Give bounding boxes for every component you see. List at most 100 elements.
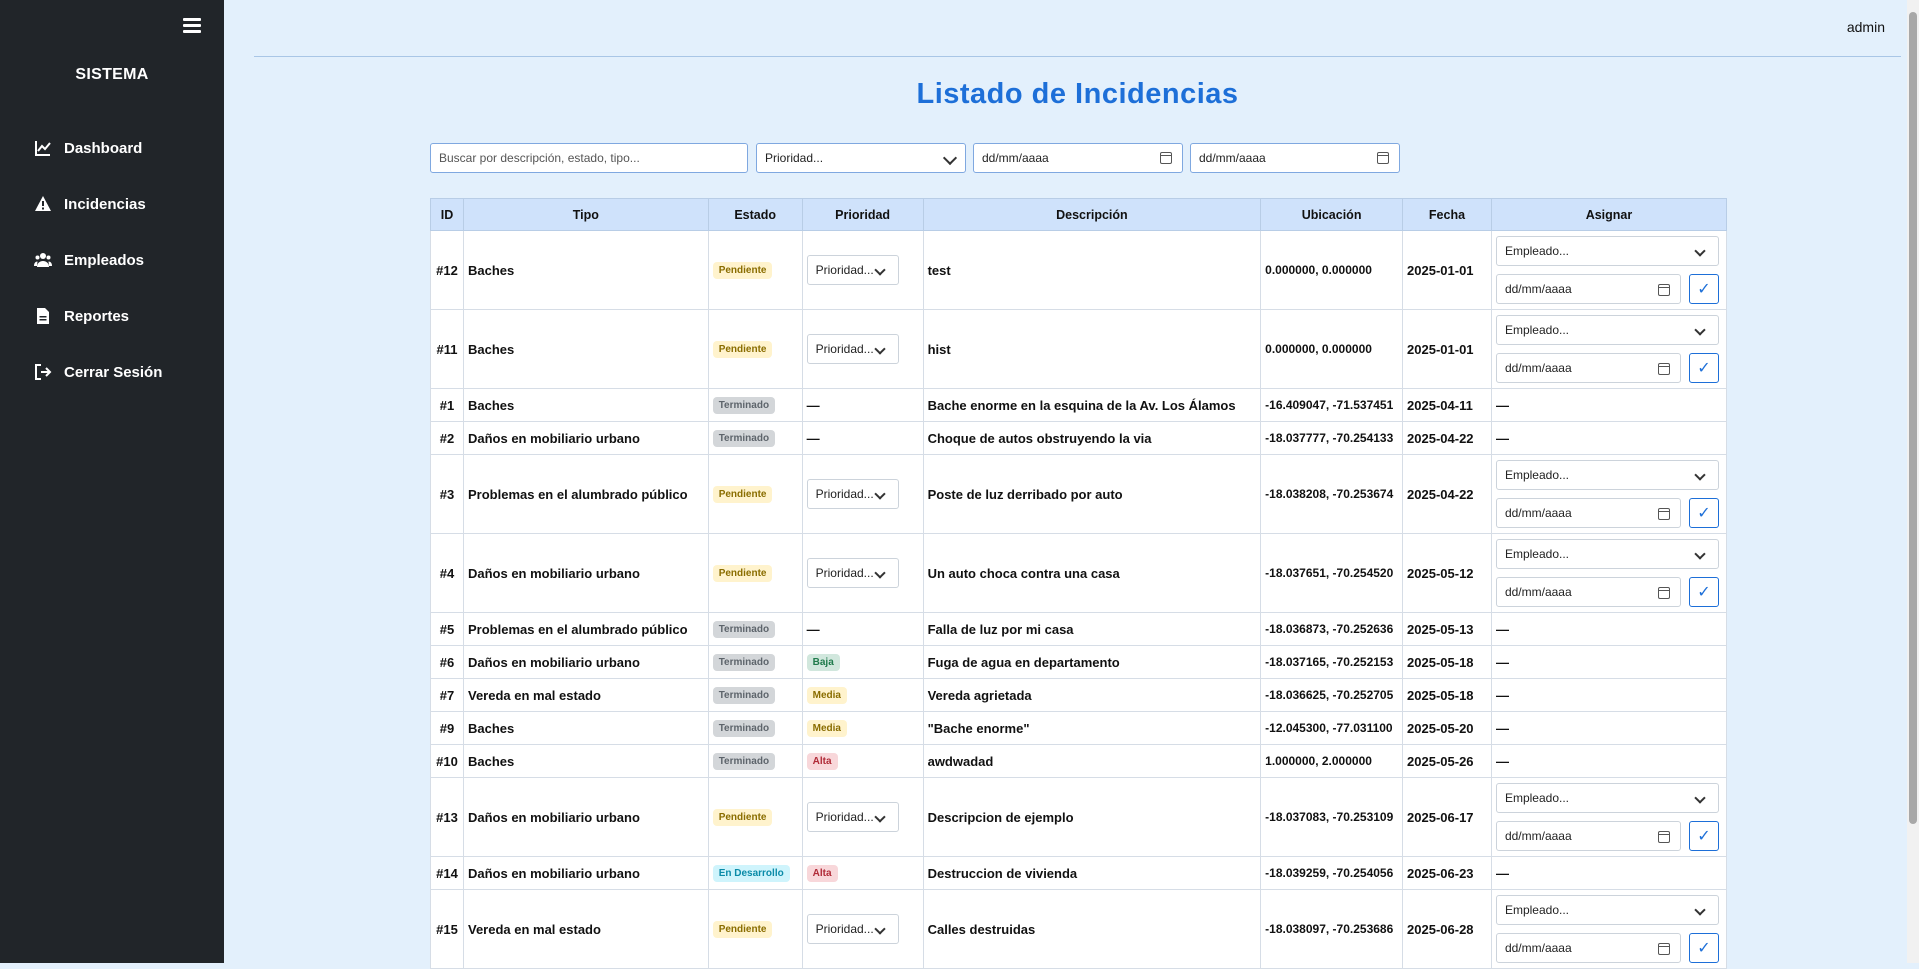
check-icon: ✓: [1697, 940, 1711, 957]
calendar-icon[interactable]: [1377, 152, 1389, 164]
employee-select-value: Empleado...: [1504, 903, 1569, 917]
calendar-icon[interactable]: [1657, 587, 1670, 599]
assign-empty: —: [1495, 621, 1509, 637]
sidebar: SISTEMA Dashboard Incidencias Empleados …: [0, 0, 224, 963]
assign-confirm-button[interactable]: ✓: [1688, 821, 1719, 851]
employee-select[interactable]: Empleado...: [1495, 236, 1719, 266]
calendar-icon[interactable]: [1160, 152, 1172, 164]
cell-estado: Terminado: [707, 744, 803, 778]
sidebar-item-reportes[interactable]: Reportes: [0, 288, 224, 344]
assign-confirm-button[interactable]: ✓: [1688, 933, 1719, 963]
date-to-input[interactable]: dd/mm/aaaa: [1190, 143, 1400, 173]
assign-date-input[interactable]: dd/mm/aaaa: [1495, 353, 1681, 383]
cell-tipo: Daños en mobiliario urbano: [462, 645, 709, 679]
calendar-icon[interactable]: [1657, 284, 1670, 296]
cell-prioridad: Alta: [801, 744, 924, 778]
priority-empty: —: [806, 397, 820, 413]
sidebar-item-empleados[interactable]: Empleados: [0, 232, 224, 288]
calendar-icon[interactable]: [1657, 508, 1670, 520]
cell-estado: Terminado: [707, 678, 803, 712]
cell-estado: Terminado: [707, 645, 803, 679]
table-row: #9 Baches Terminado Media "Bache enorme"…: [430, 711, 1728, 745]
sidebar-item-incidencias[interactable]: Incidencias: [0, 176, 224, 232]
sidebar-item-cerrar-sesion[interactable]: Cerrar Sesión: [0, 344, 224, 400]
assign-date-input[interactable]: dd/mm/aaaa: [1495, 933, 1681, 963]
page-scrollbar[interactable]: [1907, 0, 1919, 963]
priority-filter-select[interactable]: Prioridad...: [756, 143, 966, 173]
assign-confirm-button[interactable]: ✓: [1688, 577, 1719, 607]
cell-id: #6: [430, 645, 464, 679]
cell-estado: Pendiente: [707, 889, 803, 969]
assign-form: Empleado... dd/mm/aaaa ✓: [1495, 315, 1722, 383]
assign-form: Empleado... dd/mm/aaaa ✓: [1495, 783, 1722, 851]
check-icon: ✓: [1697, 828, 1711, 845]
cell-descripcion: Descripcion de ejemplo: [922, 777, 1262, 857]
table-body: #12 Baches Pendiente Prioridad... test 0…: [430, 230, 1728, 969]
cell-ubicacion: -18.039259, -70.254056: [1260, 856, 1404, 890]
cell-id: #14: [430, 856, 464, 890]
cell-descripcion: test: [922, 230, 1262, 310]
table-row: #10 Baches Terminado Alta awdwadad 1.000…: [430, 744, 1728, 778]
assign-confirm-button[interactable]: ✓: [1688, 498, 1719, 528]
cell-tipo: Daños en mobiliario urbano: [462, 777, 709, 857]
cell-ubicacion: -18.037083, -70.253109: [1260, 777, 1404, 857]
calendar-icon[interactable]: [1657, 943, 1670, 955]
priority-select[interactable]: Prioridad...: [806, 914, 899, 944]
employee-select-value: Empleado...: [1504, 244, 1569, 258]
scrollbar-thumb[interactable]: [1909, 12, 1917, 824]
date-to-value: dd/mm/aaaa: [1199, 151, 1266, 165]
status-badge: Pendiente: [712, 486, 773, 503]
cell-fecha: 2025-05-18: [1402, 678, 1492, 712]
cell-tipo: Daños en mobiliario urbano: [462, 856, 709, 890]
cell-fecha: 2025-04-22: [1402, 454, 1492, 534]
cell-id: #3: [430, 454, 464, 534]
assign-date-input[interactable]: dd/mm/aaaa: [1495, 274, 1681, 304]
user-name[interactable]: admin: [1847, 19, 1885, 35]
cell-ubicacion: -18.038097, -70.253686: [1260, 889, 1404, 969]
employee-select[interactable]: Empleado...: [1495, 895, 1719, 925]
employee-select[interactable]: Empleado...: [1495, 783, 1719, 813]
cell-descripcion: Destruccion de vivienda: [922, 856, 1262, 890]
priority-select[interactable]: Prioridad...: [806, 255, 899, 285]
search-input[interactable]: Buscar por descripción, estado, tipo...: [430, 143, 748, 173]
cell-estado: Pendiente: [707, 309, 803, 389]
cell-estado: Pendiente: [707, 777, 803, 857]
date-from-input[interactable]: dd/mm/aaaa: [973, 143, 1183, 173]
calendar-icon[interactable]: [1657, 831, 1670, 843]
priority-badge: Alta: [806, 865, 838, 882]
cell-descripcion: Poste de luz derribado por auto: [922, 454, 1262, 534]
menu-toggle-icon[interactable]: [183, 18, 201, 36]
logout-icon: [34, 363, 52, 381]
employee-select[interactable]: Empleado...: [1495, 539, 1719, 569]
assign-form: Empleado... dd/mm/aaaa ✓: [1495, 539, 1722, 607]
assign-date-input[interactable]: dd/mm/aaaa: [1495, 577, 1681, 607]
priority-select[interactable]: Prioridad...: [806, 479, 899, 509]
employee-select[interactable]: Empleado...: [1495, 315, 1719, 345]
cell-prioridad: —: [801, 421, 924, 455]
cell-id: #1: [430, 388, 464, 422]
table-row: #1 Baches Terminado — Bache enorme en la…: [430, 388, 1728, 422]
calendar-icon[interactable]: [1657, 363, 1670, 375]
priority-select[interactable]: Prioridad...: [806, 334, 899, 364]
assign-date-value: dd/mm/aaaa: [1504, 361, 1572, 375]
table-row: #13 Daños en mobiliario urbano Pendiente…: [430, 777, 1728, 857]
employee-select-value: Empleado...: [1504, 547, 1569, 561]
assign-confirm-button[interactable]: ✓: [1688, 353, 1719, 383]
chevron-down-icon: [873, 923, 886, 935]
table-row: #11 Baches Pendiente Prioridad... hist 0…: [430, 309, 1728, 389]
assign-date-input[interactable]: dd/mm/aaaa: [1495, 821, 1681, 851]
table-row: #7 Vereda en mal estado Terminado Media …: [430, 678, 1728, 712]
cell-fecha: 2025-05-20: [1402, 711, 1492, 745]
priority-select[interactable]: Prioridad...: [806, 558, 899, 588]
employee-select[interactable]: Empleado...: [1495, 460, 1719, 490]
assign-confirm-button[interactable]: ✓: [1688, 274, 1719, 304]
cell-fecha: 2025-05-26: [1402, 744, 1492, 778]
users-icon: [34, 251, 52, 269]
employee-select-value: Empleado...: [1504, 791, 1569, 805]
priority-select[interactable]: Prioridad...: [806, 802, 899, 832]
sidebar-item-dashboard[interactable]: Dashboard: [0, 120, 224, 176]
assign-date-input[interactable]: dd/mm/aaaa: [1495, 498, 1681, 528]
cell-descripcion: Choque de autos obstruyendo la via: [922, 421, 1262, 455]
table-row: #5 Problemas en el alumbrado público Ter…: [430, 612, 1728, 646]
cell-prioridad: —: [801, 388, 924, 422]
